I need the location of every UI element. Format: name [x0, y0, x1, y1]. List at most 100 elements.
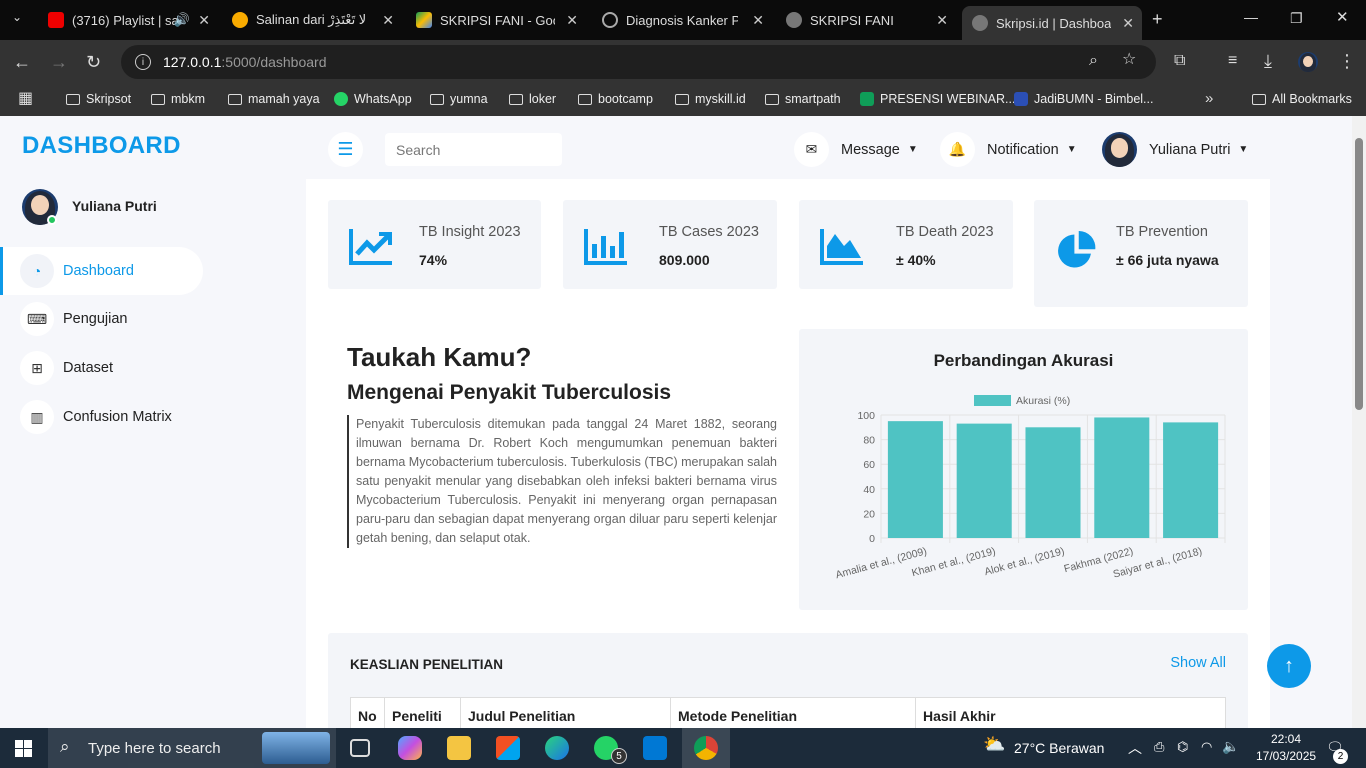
chevron-down-icon: ▼: [1238, 144, 1249, 155]
edge-icon[interactable]: [545, 736, 569, 760]
tab-youtube[interactable]: (3716) Playlist | sa 🔊 ✕: [38, 6, 218, 34]
menu-toggle-button[interactable]: ☰: [328, 132, 363, 167]
weather-text[interactable]: 27°C Berawan: [1014, 740, 1104, 756]
forward-icon[interactable]: →: [50, 53, 68, 71]
bookmark-loker[interactable]: loker: [509, 92, 556, 106]
notification-label: Notification: [987, 141, 1059, 158]
sidebar-item-label: Dashboard: [63, 263, 134, 279]
clock[interactable]: 22:04 17/03/2025: [1256, 731, 1316, 765]
download-icon[interactable]: ⤓: [1264, 52, 1272, 70]
windows-start-icon[interactable]: [15, 740, 32, 757]
bookmark-jadibumn[interactable]: JadiBUMN - Bimbel...: [1014, 92, 1153, 106]
copilot-icon[interactable]: [398, 736, 422, 760]
microsoft-store-icon[interactable]: [496, 736, 520, 760]
close-tab-icon[interactable]: ✕: [1122, 15, 1134, 32]
folder-icon: [66, 93, 80, 105]
tab-chatgpt[interactable]: Diagnosis Kanker Pay ✕: [592, 6, 772, 34]
close-tab-icon[interactable]: ✕: [752, 12, 764, 29]
taskbar-search[interactable]: ⌕ Type here to search: [48, 728, 336, 768]
page-scrollbar[interactable]: [1352, 116, 1366, 728]
brand-title[interactable]: DASHBOARD: [22, 132, 181, 160]
bookmark-whatsapp[interactable]: WhatsApp: [334, 92, 412, 106]
tab-title: Skripsi.id | Dashboard: [996, 15, 1111, 31]
volume-icon[interactable]: 🔈: [1222, 738, 1239, 755]
profile-avatar[interactable]: [1298, 52, 1318, 72]
youtube-icon: [48, 12, 64, 28]
back-icon[interactable]: ←: [13, 53, 31, 71]
bookmark-smartpath[interactable]: smartpath: [765, 92, 841, 106]
extensions-icon[interactable]: ⧉: [1174, 53, 1185, 69]
notification-dropdown[interactable]: 🔔 Notification ▼: [940, 132, 1077, 167]
all-bookmarks[interactable]: All Bookmarks: [1252, 92, 1352, 106]
bookmark-yumna[interactable]: yumna: [430, 92, 488, 106]
notification-count-badge: 2: [1333, 749, 1348, 764]
close-tab-icon[interactable]: ✕: [382, 12, 394, 29]
new-tab-icon[interactable]: +: [1152, 10, 1163, 28]
table-header-row: No Peneliti Judul Penelitian Metode Pene…: [350, 697, 1226, 728]
wifi-icon[interactable]: ◠: [1201, 739, 1212, 755]
bookmark-skripsot[interactable]: Skripsot: [66, 92, 131, 106]
card-title: TB Cases 2023: [659, 224, 759, 240]
network-icon[interactable]: ⌬: [1177, 739, 1188, 755]
file-explorer-icon[interactable]: [447, 736, 471, 760]
sidebar-item-dashboard[interactable]: ◔ Dashboard: [0, 247, 203, 295]
site-info-icon[interactable]: i: [135, 54, 151, 70]
hamburger-icon: ☰: [337, 139, 354, 159]
close-tab-icon[interactable]: ✕: [566, 12, 578, 29]
reload-icon[interactable]: ↻: [86, 53, 101, 71]
bookmark-myskill[interactable]: myskill.id: [675, 92, 746, 106]
media-control-icon[interactable]: ≡: [1228, 53, 1237, 69]
close-tab-icon[interactable]: ✕: [936, 12, 948, 29]
weather-icon[interactable]: ⛅: [983, 734, 1007, 758]
bookmark-bootcamp[interactable]: bootcamp: [578, 92, 653, 106]
card-value: 809.000: [659, 252, 710, 268]
show-all-link[interactable]: Show All: [1170, 655, 1226, 671]
bookmark-presensi[interactable]: PRESENSI WEBINAR...: [860, 92, 1015, 106]
arrow-up-icon: ↑: [1284, 654, 1294, 677]
colab-icon: [232, 12, 248, 28]
chrome-icon[interactable]: [694, 736, 718, 760]
y-tick-label: 20: [863, 508, 875, 520]
sidebar-item-confusion-matrix[interactable]: ▥ Confusion Matrix: [0, 393, 203, 441]
sidebar-item-label: Dataset: [63, 360, 113, 376]
speaker-icon[interactable]: 🔊: [174, 12, 190, 28]
sidebar-item-pengujian[interactable]: ⌨ Pengujian: [0, 295, 203, 343]
tab-search-icon[interactable]: ⌄: [12, 11, 22, 23]
close-window-icon[interactable]: ✕: [1336, 10, 1349, 25]
user-dropdown[interactable]: Yuliana Putri ▼: [1102, 132, 1248, 167]
zoom-icon[interactable]: ⌕: [1089, 53, 1098, 69]
scrollbar-thumb[interactable]: [1355, 138, 1363, 410]
more-menu-icon[interactable]: ⋮: [1338, 52, 1356, 70]
close-tab-icon[interactable]: ✕: [198, 12, 210, 29]
bookmark-mbkm[interactable]: mbkm: [151, 92, 205, 106]
bookmark-label: PRESENSI WEBINAR...: [880, 92, 1016, 106]
table-header: No: [350, 697, 385, 728]
more-bookmarks-icon[interactable]: »: [1205, 91, 1213, 106]
message-dropdown[interactable]: ✉ Message ▼: [794, 132, 918, 167]
vscode-icon[interactable]: [643, 736, 667, 760]
sidebar-item-dataset[interactable]: ⊞ Dataset: [0, 344, 203, 392]
bookmark-mamah-yaya[interactable]: mamah yaya: [228, 92, 320, 106]
apps-grid-icon[interactable]: ▦: [18, 91, 33, 107]
tab-skripsi-fani[interactable]: SKRIPSI FANI ✕: [776, 6, 956, 34]
table-header: Hasil Akhir: [915, 697, 1226, 728]
area-chart-icon: [820, 229, 863, 265]
chevron-up-icon[interactable]: ︿: [1128, 738, 1142, 758]
tab-title: SKRIPSI FANI - Googl: [440, 12, 555, 28]
bell-icon: 🔔: [940, 132, 975, 167]
scroll-to-top-button[interactable]: ↑: [1267, 644, 1311, 688]
address-bar[interactable]: i 127.0.0.1:5000/dashboard ⌕ ☆: [121, 45, 1156, 79]
bookmark-star-icon[interactable]: ☆: [1122, 52, 1136, 68]
search-input[interactable]: [385, 133, 562, 166]
info-heading: Taukah Kamu?: [347, 342, 532, 372]
meet-now-icon[interactable]: ⎙: [1154, 739, 1164, 755]
tab-colab[interactable]: Salinan dari لا تَعْتَذِرْ ✕: [222, 6, 402, 34]
tab-drive[interactable]: SKRIPSI FANI - Googl ✕: [406, 6, 586, 34]
tab-dashboard-active[interactable]: Skripsi.id | Dashboard ✕: [962, 6, 1142, 40]
card-value: ± 40%: [896, 252, 936, 268]
user-avatar: [1102, 132, 1137, 167]
minimize-icon[interactable]: —: [1244, 10, 1258, 24]
restore-icon[interactable]: ❐: [1290, 11, 1303, 25]
task-view-icon[interactable]: [350, 739, 370, 757]
legend-swatch: [974, 395, 1011, 406]
